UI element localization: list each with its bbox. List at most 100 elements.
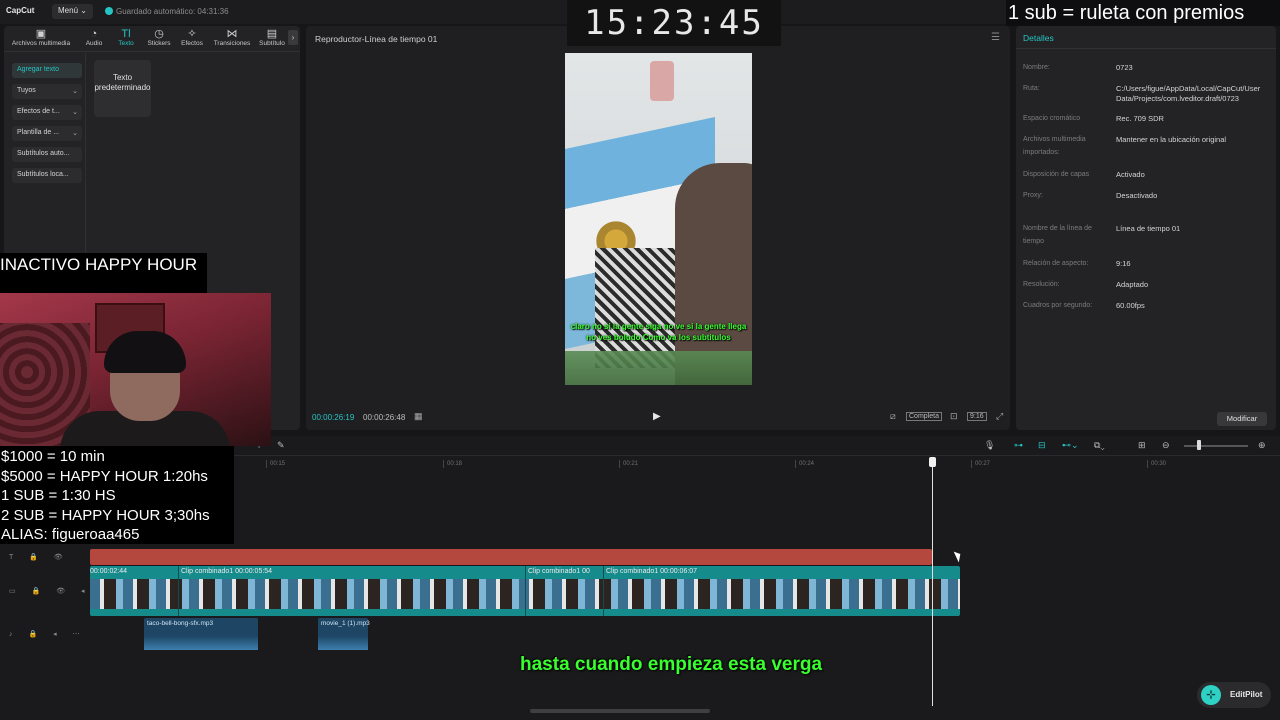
sub-banner: 1 sub = ruleta con premios xyxy=(1006,0,1280,26)
ruler-tick: 00:27 xyxy=(971,460,990,468)
sidebar-item-label: Subtítulos loca... xyxy=(17,171,69,178)
chevron-down-icon: ⌄ xyxy=(80,6,87,15)
zoom-out-icon[interactable]: ⊖ xyxy=(1162,440,1170,451)
clip-label: Clip combinado1 00 xyxy=(528,568,590,575)
audio-clip[interactable]: movie_1 (1).mp3 xyxy=(318,618,370,650)
caption-icon[interactable]: ⊞ xyxy=(1138,440,1146,451)
quality-button[interactable]: Completa xyxy=(906,412,942,421)
grid-icon[interactable]: ▦ xyxy=(414,411,423,422)
text-icon: Tl xyxy=(121,28,131,40)
zoom-in-icon[interactable]: ⊕ xyxy=(1258,440,1266,451)
tab-transitions-label: Transiciones xyxy=(213,40,251,47)
webcam-feed xyxy=(0,293,271,446)
detail-value: Mantener en la ubicación original xyxy=(1116,135,1227,144)
stream-caption: hasta cuando empieza esta verga xyxy=(520,654,823,675)
clip-divider xyxy=(603,566,604,616)
detail-label: Disposición de capas xyxy=(1023,171,1090,178)
video-green-bar xyxy=(565,351,752,385)
stream-clock: 15:23:45 xyxy=(567,0,781,46)
play-button[interactable]: ▶ xyxy=(653,411,661,422)
tab-audio[interactable]: ◔ Audio xyxy=(82,28,106,47)
menu-label: Menú xyxy=(58,6,79,15)
ruler-tick: 00:18 xyxy=(443,460,462,468)
screenshot-icon[interactable]: ⊡ xyxy=(950,411,958,422)
detail-label: Espacio cromático xyxy=(1023,115,1081,122)
video-preview[interactable]: claro no si la gente siga no ve si la ge… xyxy=(565,53,752,385)
ruler-tick: 00:24 xyxy=(795,460,814,468)
current-time: 00:00:26:19 xyxy=(312,413,355,422)
audio-icon: ◔ xyxy=(90,28,98,40)
sidebar-item-templates[interactable]: Plantilla de ... ⌄ xyxy=(12,126,82,141)
editpilot-label: EditPilot xyxy=(1230,690,1263,699)
tab-media[interactable]: ▣ Archivos multimedia xyxy=(8,28,74,47)
donation-line: $5000 = HAPPY HOUR 1:20hs xyxy=(1,467,208,485)
playhead-handle[interactable] xyxy=(929,457,936,467)
chevron-down-icon: ⌄ xyxy=(72,130,78,137)
magic-icon[interactable]: ✎ xyxy=(277,440,285,451)
link-icon[interactable]: ⊶ xyxy=(1014,440,1023,451)
detail-value: 9:16 xyxy=(1116,259,1131,268)
editpilot-icon: ⊹ xyxy=(1201,685,1221,705)
detail-label: Ruta: xyxy=(1023,85,1040,92)
detail-label: Resolución: xyxy=(1023,281,1060,288)
text-track-clip[interactable] xyxy=(90,549,932,565)
sidebar-item-label: Agregar texto xyxy=(17,66,60,73)
audio-clip[interactable]: taco-bell-bong-sfx.mp3 xyxy=(144,618,258,650)
detail-value: Activado xyxy=(1116,170,1145,179)
preview-axis-icon[interactable]: ⧉⌄ xyxy=(1094,440,1105,451)
sidebar-item-yours[interactable]: Tuyos ⌄ xyxy=(12,84,82,99)
tab-stickers[interactable]: ◷ Stickers xyxy=(144,28,174,47)
media-tabs: ▣ Archivos multimedia ◔ Audio Tl Texto ◷ Sti… xyxy=(4,26,300,52)
microphone-icon[interactable]: 🎙 xyxy=(984,440,995,451)
text-track-controls[interactable]: T 🔒 👁 xyxy=(9,553,70,561)
media-icon: ▣ xyxy=(35,28,47,40)
chevron-right-icon[interactable]: › xyxy=(288,30,298,45)
tab-subtitles[interactable]: ▤ Subtítulo xyxy=(256,28,288,47)
tab-stickers-label: Stickers xyxy=(147,40,171,47)
editpilot-button[interactable]: ⊹ EditPilot xyxy=(1197,682,1271,708)
divider xyxy=(1016,48,1276,49)
zoom-slider[interactable] xyxy=(1184,445,1248,447)
modify-button[interactable]: Modificar xyxy=(1217,412,1267,426)
ruler-tick: 00:15 xyxy=(266,460,285,468)
menu-button[interactable]: Menú ⌄ xyxy=(52,4,93,19)
detail-label: Nombre de la línea de tiempo xyxy=(1023,225,1092,245)
sidebar-item-add-text[interactable]: Agregar texto xyxy=(12,63,82,78)
horizontal-scrollbar[interactable] xyxy=(530,709,710,713)
clip-divider xyxy=(525,566,526,616)
default-text-card[interactable]: Texto predeterminado xyxy=(94,60,151,117)
chevron-down-icon: ⌄ xyxy=(72,88,78,95)
video-lamp xyxy=(650,61,674,101)
hamburger-menu-icon[interactable]: ☰ xyxy=(991,32,1000,43)
audio-clip-label: movie_1 (1).mp3 xyxy=(321,620,370,627)
detail-label: Nombre: xyxy=(1023,64,1050,71)
fullscreen-icon[interactable]: ⤢ xyxy=(996,411,1003,422)
sidebar-item-label: Plantilla de ... xyxy=(17,129,60,136)
playhead[interactable] xyxy=(932,458,933,706)
main-track-icon[interactable]: ⊟ xyxy=(1038,440,1046,451)
effects-icon: ✧ xyxy=(187,28,197,40)
ruler-tick: 00:30 xyxy=(1147,460,1166,468)
details-panel: Detalles Nombre: 0723 Ruta: C:/Users/fig… xyxy=(1016,26,1276,430)
sidebar-item-text-effects[interactable]: Efectos de t... ⌄ xyxy=(12,105,82,120)
sidebar-item-label: Tuyos xyxy=(17,87,36,94)
audio-waveform xyxy=(144,636,258,650)
chevron-down-icon: ⌄ xyxy=(72,109,78,116)
video-track-clip[interactable]: 00:00:02:44 Clip combinado1 00:00:05:54 … xyxy=(90,566,960,616)
detail-value: Desactivado xyxy=(1116,191,1158,200)
tab-effects[interactable]: ✧ Efectos xyxy=(178,28,206,47)
donation-goals: $1000 = 10 min $5000 = HAPPY HOUR 1:20hs… xyxy=(0,446,234,544)
tab-text[interactable]: Tl Texto xyxy=(114,28,138,47)
donation-line: ALIAS: figueroaa465 xyxy=(1,526,140,543)
zoom-slider-handle[interactable] xyxy=(1197,440,1201,450)
autosave-status: Guardado automático: 04:31:36 xyxy=(105,7,229,16)
crop-icon[interactable]: ⧄ xyxy=(890,411,896,422)
aspect-ratio-button[interactable]: 9:16 xyxy=(967,412,987,421)
sidebar-item-auto-subtitles[interactable]: Subtítulos auto... xyxy=(12,147,82,162)
detail-value: Rec. 709 SDR xyxy=(1116,114,1164,123)
tab-transitions[interactable]: ⋈ Transiciones xyxy=(211,28,253,47)
sidebar-item-local-subtitles[interactable]: Subtítulos loca... xyxy=(12,168,82,183)
snap-icon[interactable]: ⊷⌄ xyxy=(1062,440,1079,451)
audio-track-controls[interactable]: ♪ 🔒 ◂ ⋯ xyxy=(9,630,87,638)
clip-label: Clip combinado1 00:00:06:07 xyxy=(606,568,698,575)
